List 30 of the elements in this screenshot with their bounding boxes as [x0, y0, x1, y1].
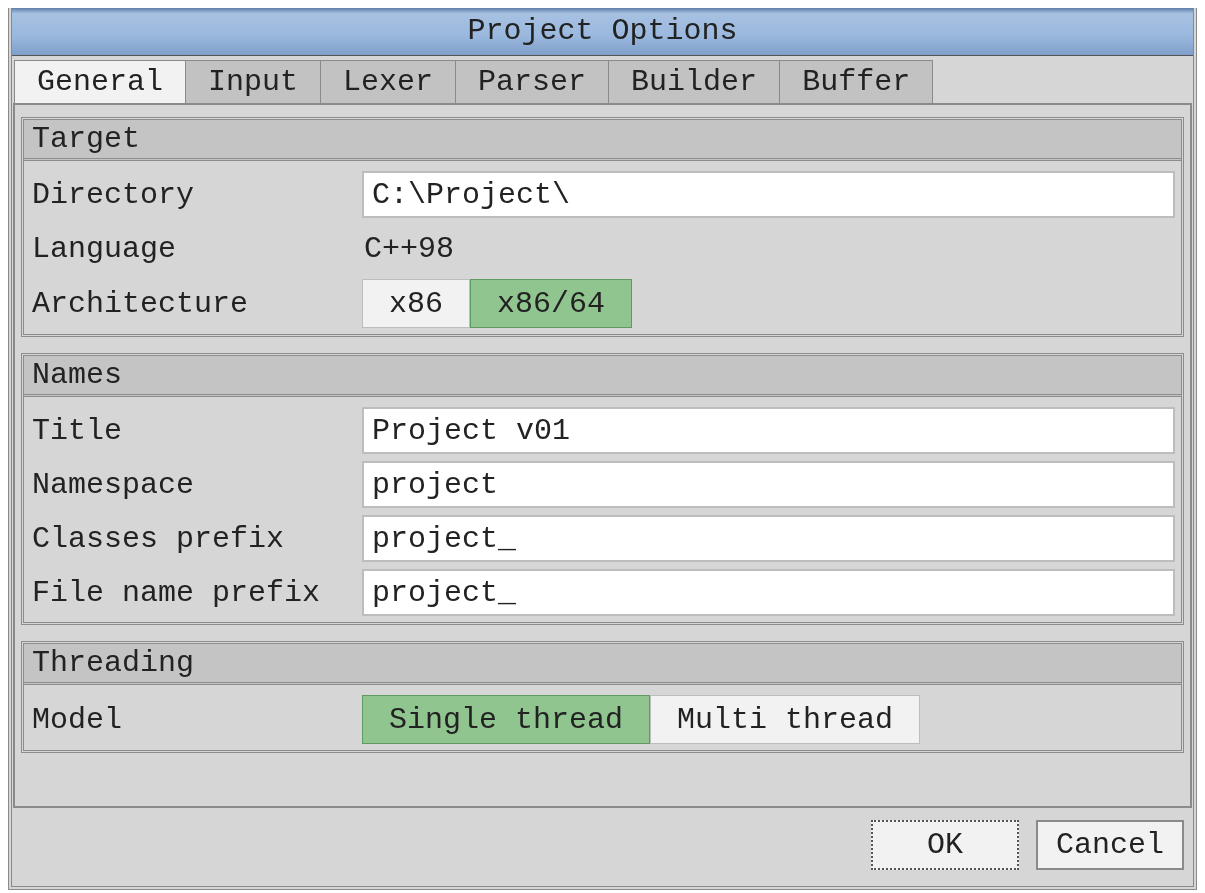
- field-label: Title: [32, 413, 123, 448]
- field-label: Architecture: [32, 286, 250, 321]
- dialog-button[interactable]: Cancel: [1036, 820, 1184, 870]
- field-label: File name prefix: [32, 575, 322, 610]
- text-field[interactable]: C:\Project\: [362, 171, 1175, 218]
- toggle-button[interactable]: x86: [362, 279, 470, 328]
- text-field[interactable]: project: [362, 461, 1175, 508]
- group-header: Threading: [24, 644, 1181, 685]
- toggle-button[interactable]: x86/64: [470, 279, 633, 328]
- group-header: Target: [24, 120, 1181, 161]
- text-field[interactable]: project_: [362, 569, 1175, 616]
- window-title: Project Options: [12, 8, 1193, 56]
- field-label: Directory: [32, 177, 196, 212]
- toggle-button[interactable]: Single thread: [362, 695, 651, 744]
- tab[interactable]: General: [14, 60, 187, 103]
- dialog-button[interactable]: OK: [871, 820, 1019, 870]
- field-label: Classes prefix: [32, 521, 286, 556]
- tab[interactable]: Lexer: [320, 60, 457, 103]
- toggle-button[interactable]: Multi thread: [650, 695, 921, 744]
- group-header: Names: [24, 356, 1181, 397]
- tab[interactable]: Parser: [455, 60, 610, 103]
- field-label: Namespace: [32, 467, 196, 502]
- field-label: Model: [32, 702, 123, 737]
- tab[interactable]: Buffer: [779, 60, 934, 103]
- field-label: Language: [32, 231, 178, 266]
- text-field[interactable]: project_: [362, 515, 1175, 562]
- text-field[interactable]: Project v01: [362, 407, 1175, 454]
- tab[interactable]: Builder: [608, 60, 781, 103]
- tab[interactable]: Input: [185, 60, 322, 103]
- value-text: C++98: [363, 231, 455, 266]
